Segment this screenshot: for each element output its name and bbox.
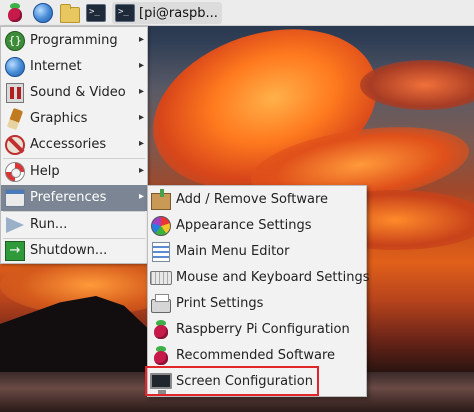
menu-item-label: Programming [30, 33, 118, 48]
menu-item-sound-video[interactable]: Sound & Video ▸ [1, 80, 147, 106]
terminal-icon: >_ [115, 4, 135, 22]
lifebuoy-help-icon [4, 161, 26, 183]
submenu-item-label: Screen Configuration [176, 374, 313, 389]
submenu-item-label: Appearance Settings [176, 218, 312, 233]
submenu-item-label: Mouse and Keyboard Settings [176, 270, 370, 285]
submenu-item-screen-configuration[interactable]: Screen Configuration [148, 369, 366, 395]
shutdown-icon: → [4, 240, 26, 262]
submenu-arrow-icon: ▸ [138, 86, 144, 97]
submenu-item-label: Print Settings [176, 296, 264, 311]
submenu-arrow-icon: ▸ [138, 112, 144, 123]
submenu-arrow-icon: ▸ [138, 138, 144, 149]
paintbrush-icon [4, 107, 26, 131]
menu-item-shutdown[interactable]: → Shutdown... [1, 238, 147, 264]
submenu-item-label: Main Menu Editor [176, 244, 290, 259]
color-wheel-icon [150, 215, 172, 237]
globe-icon [4, 56, 26, 78]
globe-browser-icon[interactable] [33, 3, 53, 23]
menu-item-run[interactable]: Run... [1, 212, 147, 238]
preferences-submenu: Add / Remove Software Appearance Setting… [147, 185, 370, 397]
submenu-arrow-icon: ▸ [138, 191, 144, 202]
package-icon [150, 189, 172, 211]
menu-item-label: Accessories [30, 137, 107, 152]
submenu-item-raspberry-pi-configuration[interactable]: Raspberry Pi Configuration [148, 317, 366, 343]
accessories-icon [4, 134, 26, 156]
menu-item-label: Preferences [30, 190, 107, 205]
menu-item-label: Graphics [30, 111, 88, 126]
menu-editor-icon [150, 241, 172, 263]
menu-item-internet[interactable]: Internet ▸ [1, 54, 147, 80]
raspberry-icon [150, 345, 172, 367]
main-menu: {} Programming ▸ Internet ▸ Sound & Vide… [0, 26, 148, 264]
menu-item-graphics[interactable]: Graphics ▸ [1, 106, 147, 132]
submenu-item-label: Recommended Software [176, 348, 336, 363]
menu-item-preferences[interactable]: Preferences ▸ [1, 185, 147, 211]
printer-icon [150, 293, 172, 315]
submenu-item-appearance-settings[interactable]: Appearance Settings [148, 213, 366, 239]
terminal-icon[interactable]: >_ [86, 3, 106, 23]
menu-item-accessories[interactable]: Accessories ▸ [1, 132, 147, 158]
submenu-item-recommended-software[interactable]: Recommended Software [148, 343, 366, 369]
menu-item-label: Sound & Video [30, 85, 126, 100]
menu-item-help[interactable]: Help ▸ [1, 159, 147, 185]
taskbar: >_ >_ [pi@raspb... [0, 0, 474, 26]
taskbar-task-button[interactable]: >_ [pi@raspb... [112, 2, 222, 24]
programming-icon: {} [4, 30, 26, 52]
monitor-icon [150, 371, 172, 394]
keyboard-icon [150, 267, 172, 289]
taskbar-task-label: [pi@raspb... [139, 5, 218, 21]
menu-item-label: Run... [30, 217, 68, 232]
submenu-arrow-icon: ▸ [138, 60, 144, 71]
submenu-item-label: Add / Remove Software [176, 192, 329, 207]
menu-item-programming[interactable]: {} Programming ▸ [1, 28, 147, 54]
menu-item-label: Help [30, 164, 60, 179]
submenu-item-print-settings[interactable]: Print Settings [148, 291, 366, 317]
raspberry-menu-icon[interactable] [5, 3, 25, 23]
submenu-item-main-menu-editor[interactable]: Main Menu Editor [148, 239, 366, 265]
submenu-item-add-remove-software[interactable]: Add / Remove Software [148, 187, 366, 213]
raspberry-icon [150, 319, 172, 341]
submenu-item-label: Raspberry Pi Configuration [176, 322, 350, 337]
sound-video-icon [4, 82, 26, 104]
submenu-item-mouse-keyboard-settings[interactable]: Mouse and Keyboard Settings [148, 265, 370, 291]
wallpaper-cloud [360, 60, 474, 110]
run-arrow-icon [4, 214, 26, 236]
submenu-arrow-icon: ▸ [138, 34, 144, 45]
folder-icon[interactable] [60, 3, 80, 23]
menu-item-label: Internet [30, 59, 82, 74]
menu-item-label: Shutdown... [30, 243, 108, 258]
preferences-icon [4, 187, 26, 209]
submenu-arrow-icon: ▸ [138, 165, 144, 176]
